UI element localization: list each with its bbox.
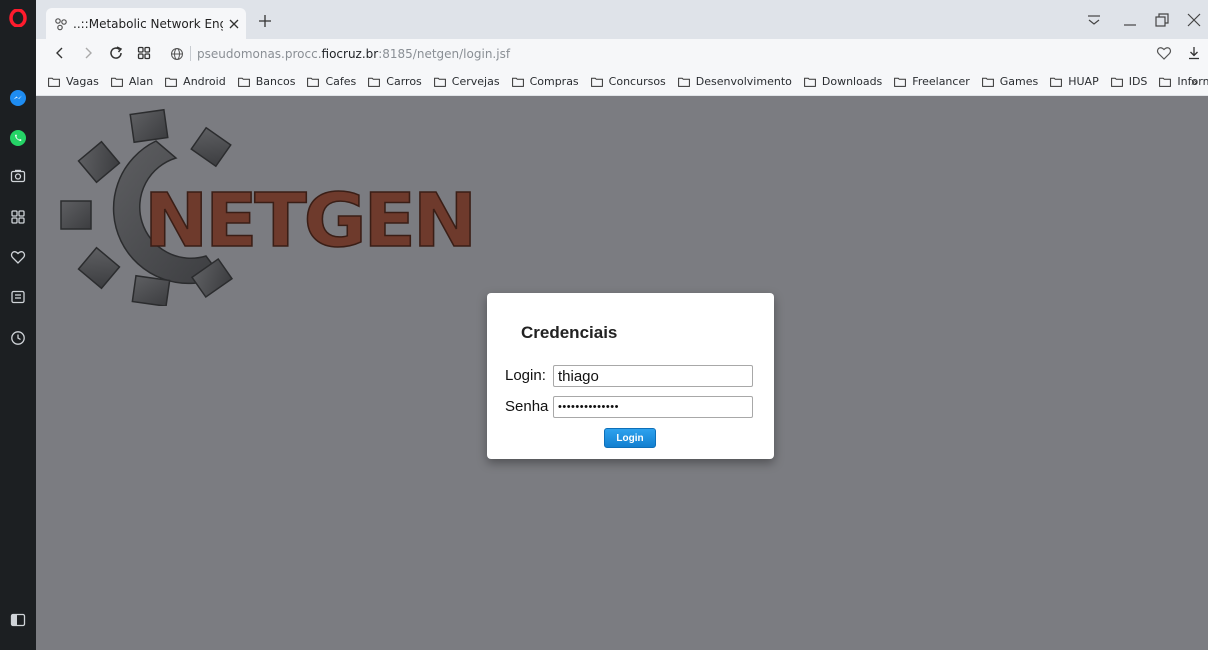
tab-title: ..::Metabolic Network Engi: [73, 16, 223, 31]
bookmarks-list: Vagas Alan Android Bancos Cafes Carros Cerveja…: [36, 75, 1208, 88]
login-button[interactable]: Login: [604, 428, 656, 448]
tab-strip: ..::Metabolic Network Engi: [36, 0, 1208, 39]
close-tab-icon[interactable]: [227, 17, 241, 31]
bookmark-item[interactable]: Downloads: [803, 75, 883, 88]
folder-icon: [368, 77, 381, 87]
divider: [190, 46, 191, 61]
bookmark-item[interactable]: Concursos: [590, 75, 666, 88]
speed-dial-icon[interactable]: [8, 207, 28, 227]
news-icon[interactable]: [8, 287, 28, 307]
history-clock-icon[interactable]: [8, 328, 28, 348]
folder-icon: [165, 77, 178, 87]
url-path: :8185/netgen/login.jsf: [378, 46, 511, 61]
reload-icon[interactable]: [108, 45, 124, 61]
bookmark-item[interactable]: Android: [165, 75, 226, 88]
bookmark-label: Bancos: [255, 75, 296, 88]
address-bar[interactable]: pseudomonas.procc. fiocruz.br:8185/netgen…: [166, 42, 1186, 65]
bookmark-label: Cafes: [325, 75, 357, 88]
url-prefix: pseudomonas.procc.: [197, 46, 322, 61]
tab-menu-icon[interactable]: [1086, 12, 1102, 28]
folder-icon: [48, 77, 60, 87]
folder-icon: [511, 77, 524, 87]
folder-icon: [237, 77, 250, 87]
bookmark-label: Cervejas: [451, 75, 500, 88]
camera-icon[interactable]: [8, 166, 28, 186]
password-label: Senha: [505, 398, 549, 415]
folder-icon: [1050, 77, 1063, 87]
bookmark-label: Games: [999, 75, 1039, 88]
bookmark-item[interactable]: Compras: [511, 75, 579, 88]
tab-active[interactable]: ..::Metabolic Network Engi: [46, 8, 246, 39]
folder-icon: [894, 77, 907, 87]
whatsapp-icon[interactable]: [8, 128, 28, 148]
bookmark-item[interactable]: Cervejas: [433, 75, 500, 88]
bookmark-label: Freelancer: [912, 75, 970, 88]
heart-bookmark-icon[interactable]: [1156, 45, 1172, 61]
bookmark-item[interactable]: Desenvolvimento: [677, 75, 792, 88]
folder-icon: [803, 77, 816, 87]
minimize-icon[interactable]: [1122, 12, 1138, 28]
bookmark-item[interactable]: Vagas: [48, 75, 99, 88]
molecule-icon: [55, 17, 67, 30]
bookmark-label: Alan: [128, 75, 154, 88]
restore-icon[interactable]: [1154, 12, 1170, 28]
new-tab-icon[interactable]: [258, 14, 272, 28]
bookmark-item[interactable]: IDS: [1110, 75, 1148, 88]
bookmark-item[interactable]: Informativos: [1159, 75, 1208, 88]
login-label: Login:: [505, 367, 546, 384]
bookmark-item[interactable]: Alan: [110, 75, 154, 88]
password-input[interactable]: [553, 396, 753, 418]
opera-sidebar: [0, 0, 36, 650]
login-card: Credenciais Login: Senha Login: [487, 293, 774, 459]
folder-icon: [433, 77, 446, 87]
page-content: NETGEN Credenciais Login: Senha Login: [36, 96, 1208, 650]
bookmark-label: IDS: [1128, 75, 1148, 88]
bookmarks-bar: Vagas Alan Android Bancos Cafes Carros Cerveja…: [36, 68, 1208, 96]
folder-icon: [307, 77, 320, 87]
folder-icon: [1159, 77, 1172, 87]
bookmark-label: HUAP: [1068, 75, 1099, 88]
bookmark-label: Downloads: [821, 75, 883, 88]
bookmark-item[interactable]: Freelancer: [894, 75, 970, 88]
address-row: pseudomonas.procc. fiocruz.br:8185/netgen…: [36, 39, 1208, 68]
logo-text: NETGEN: [144, 178, 474, 264]
bookmark-label: Concursos: [608, 75, 666, 88]
back-icon[interactable]: [52, 45, 68, 61]
folder-icon: [1110, 77, 1123, 87]
folder-icon: [590, 77, 603, 87]
bookmark-label: Android: [183, 75, 226, 88]
bookmark-label: Vagas: [66, 75, 99, 88]
bookmark-item[interactable]: HUAP: [1050, 75, 1099, 88]
folder-icon: [981, 77, 994, 87]
bookmark-item[interactable]: Carros: [368, 75, 422, 88]
login-input[interactable]: [553, 365, 753, 387]
folder-icon: [677, 77, 690, 87]
close-window-icon[interactable]: [1186, 12, 1202, 28]
sidebar-toggle-icon[interactable]: [8, 610, 28, 630]
download-icon[interactable]: [1186, 45, 1202, 61]
folder-icon: [110, 77, 123, 87]
bookmark-item[interactable]: Cafes: [307, 75, 356, 88]
globe-icon: [171, 47, 183, 60]
forward-icon[interactable]: [80, 45, 96, 61]
heart-icon[interactable]: [8, 247, 28, 267]
opera-logo-icon[interactable]: [8, 8, 28, 28]
speed-dial-icon[interactable]: [136, 45, 152, 61]
messenger-icon[interactable]: [8, 88, 28, 108]
url-host: fiocruz.br: [321, 46, 379, 61]
card-title: Credenciais: [521, 323, 618, 342]
bookmark-item[interactable]: Bancos: [237, 75, 296, 88]
bookmark-label: Carros: [386, 75, 422, 88]
bookmarks-overflow-button[interactable]: »: [1191, 75, 1198, 89]
bookmark-label: Compras: [529, 75, 579, 88]
bookmark-item[interactable]: Games: [981, 75, 1039, 88]
bookmark-label: Desenvolvimento: [695, 75, 792, 88]
netgen-logo: NETGEN: [60, 108, 478, 306]
